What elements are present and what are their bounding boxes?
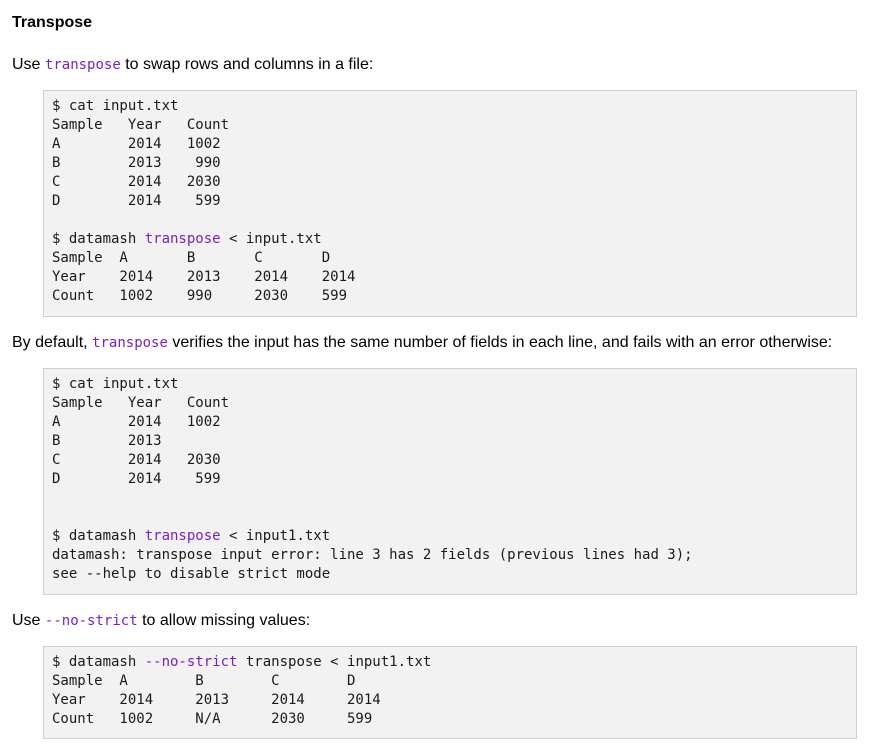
- code-line: Count 1002 990 2030 599: [52, 288, 348, 304]
- command-suffix: < input1.txt: [220, 528, 331, 544]
- code-line: Sample Year Count: [52, 117, 230, 133]
- code-block-transpose: $ cat input.txt Sample Year Count A 2014…: [43, 90, 857, 317]
- code-line-command: $ datamash transpose < input.txt: [52, 230, 848, 249]
- code-line: Year 2014 2013 2014 2014: [52, 692, 381, 708]
- command-prefix: $ datamash: [52, 528, 145, 544]
- code-block-no-strict: $ datamash --no-strict transpose < input…: [43, 646, 857, 739]
- command-suffix: < input.txt: [220, 231, 322, 247]
- code-line-command: $ datamash --no-strict transpose < input…: [52, 653, 848, 672]
- code-line-command: $ datamash transpose < input1.txt: [52, 527, 848, 546]
- code-line: Count 1002 N/A 2030 599: [52, 711, 373, 727]
- inline-code-no-strict: --no-strict: [44, 613, 138, 629]
- strict-text-post: verifies the input has the same number o…: [167, 334, 833, 351]
- command-keyword: transpose: [144, 528, 221, 544]
- strict-text-pre: By default,: [12, 334, 93, 351]
- code-line: $ cat input.txt: [52, 376, 179, 392]
- code-line: C 2014 2030: [52, 452, 221, 468]
- section-heading: Transpose: [12, 14, 93, 31]
- no-strict-text-pre: Use: [12, 612, 45, 629]
- code-line: D 2014 599: [52, 193, 221, 209]
- code-line-error: datamash: transpose input error: line 3 …: [52, 547, 693, 563]
- code-line: A 2014 1002: [52, 136, 221, 152]
- code-block-strict-error: $ cat input.txt Sample Year Count A 2014…: [43, 368, 857, 595]
- code-line: Sample Year Count: [52, 395, 230, 411]
- no-strict-paragraph: Use --no-strict to allow missing values:: [12, 611, 310, 631]
- command-prefix: $ datamash: [52, 231, 145, 247]
- code-line: B 2013: [52, 433, 162, 449]
- command-suffix: transpose < input1.txt: [237, 654, 432, 670]
- intro-text-pre: Use: [12, 56, 45, 73]
- intro-text-post: to swap rows and columns in a file:: [120, 56, 374, 73]
- code-line: C 2014 2030: [52, 174, 221, 190]
- command-keyword: --no-strict: [144, 654, 238, 670]
- code-line: Sample A B C D: [52, 673, 356, 689]
- intro-paragraph: Use transpose to swap rows and columns i…: [12, 55, 373, 75]
- strict-paragraph: By default, transpose verifies the input…: [12, 333, 832, 353]
- inline-code-transpose: transpose: [44, 57, 121, 73]
- code-line: B 2013 990: [52, 155, 221, 171]
- code-line: D 2014 599: [52, 471, 221, 487]
- code-line: Sample A B C D: [52, 250, 331, 266]
- code-line: Year 2014 2013 2014 2014: [52, 269, 356, 285]
- code-line: $ cat input.txt: [52, 98, 179, 114]
- inline-code-transpose: transpose: [92, 335, 168, 351]
- code-line-error: see --help to disable strict mode: [52, 566, 331, 582]
- command-keyword: transpose: [144, 231, 221, 247]
- code-line: A 2014 1002: [52, 414, 221, 430]
- command-prefix: $ datamash: [52, 654, 145, 670]
- no-strict-text-post: to allow missing values:: [137, 612, 311, 629]
